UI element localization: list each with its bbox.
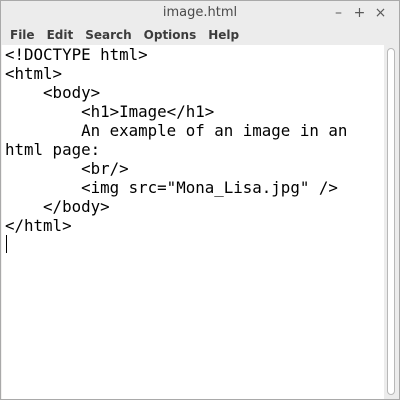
menu-search[interactable]: Search [79,25,137,45]
code-line: <img src="Mona_Lisa.jpg" /> [5,178,338,197]
code-line: </body> [5,197,110,216]
menu-bar: File Edit Search Options Help [1,25,399,45]
minimize-button[interactable]: – [328,1,349,25]
code-line: <h1>Image</h1> [5,102,215,121]
code-line: html page: [5,140,101,159]
code-line: <html> [5,64,63,83]
code-line: </html> [5,216,72,235]
code-line: <br/> [5,159,129,178]
code-text: <!DOCTYPE html> <html> <body> <h1>Image<… [5,45,383,235]
code-line: <!DOCTYPE html> [5,45,148,64]
close-button[interactable]: × [370,1,391,25]
code-line: <body> [5,83,101,102]
window-controls: – + × [328,1,391,25]
scrollbar-thumb[interactable] [387,48,395,395]
menu-file[interactable]: File [4,25,41,45]
menu-edit[interactable]: Edit [41,25,80,45]
editor-window: image.html – + × File Edit Search Option… [0,0,400,400]
text-editor-area[interactable]: <!DOCTYPE html> <html> <body> <h1>Image<… [2,45,384,399]
menu-options[interactable]: Options [138,25,203,45]
text-caret [6,235,7,253]
vertical-scrollbar[interactable] [384,45,399,399]
maximize-button[interactable]: + [349,1,370,25]
title-bar[interactable]: image.html – + × [1,1,399,25]
code-line: An example of an image in an [5,121,348,140]
menu-help[interactable]: Help [202,25,245,45]
